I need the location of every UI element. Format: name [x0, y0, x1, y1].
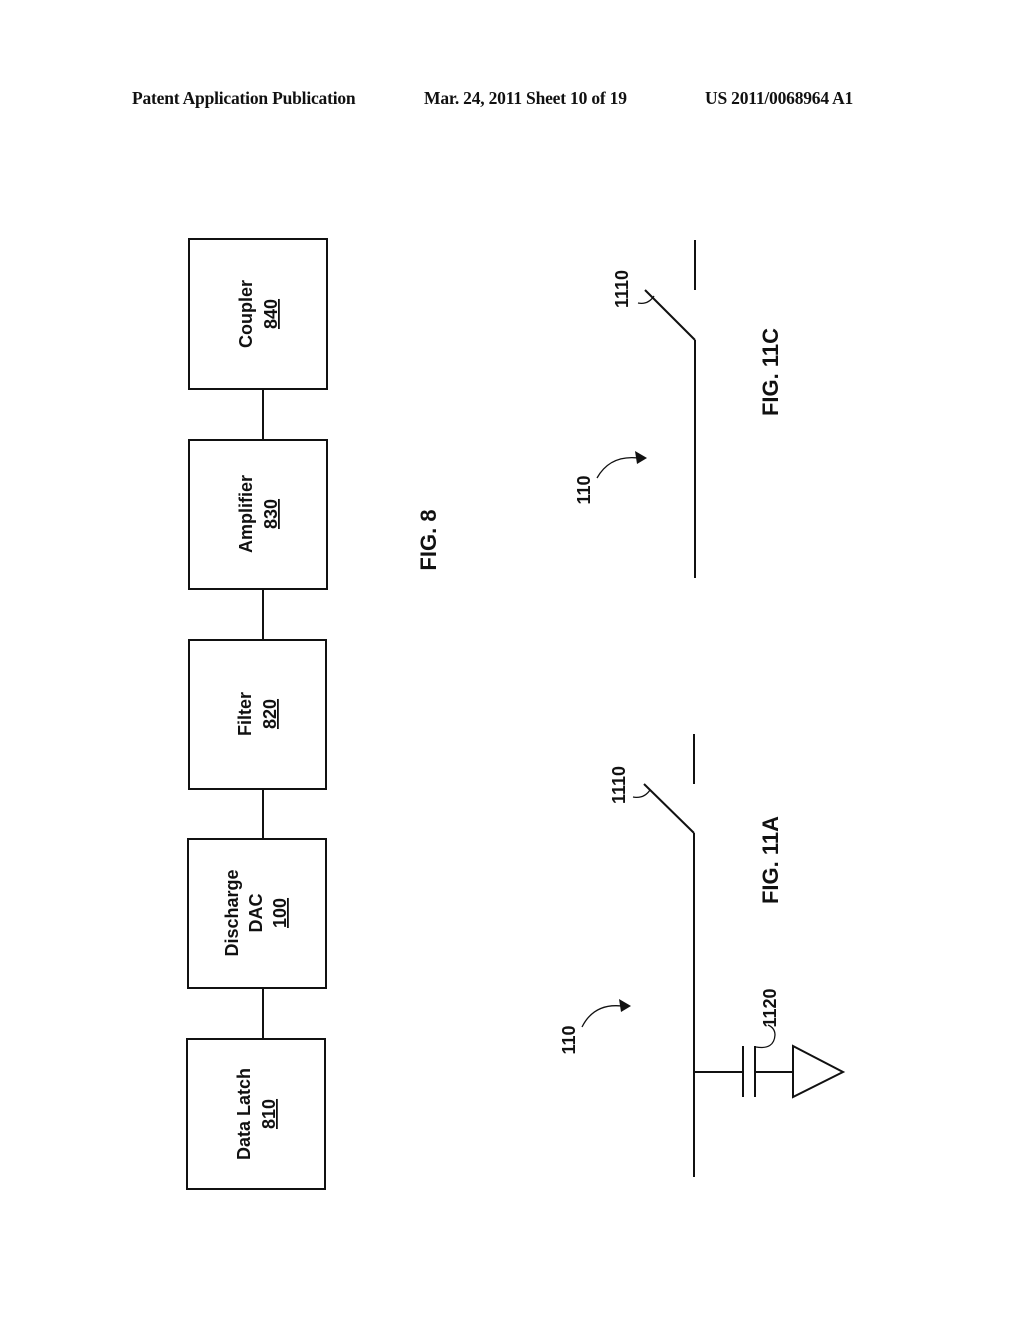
coupler-ref: 840 [261, 299, 281, 329]
fig11c-arrowhead-icon [635, 451, 647, 464]
fig11a-switch-leader [632, 789, 651, 798]
discharge-dac-label-line2: DAC [246, 894, 266, 933]
fig11a-line-ref: 110 [559, 1025, 579, 1054]
fig8-diagram: Coupler 840 Amplifier 830 Filter 820 Dis… [186, 238, 441, 1190]
block-discharge-dac: Discharge DAC 100 [187, 838, 327, 989]
data-latch-label: Data Latch [234, 1068, 254, 1160]
fig11a-switch-ref: 1110 [609, 766, 629, 804]
fig11c-line-ref: 110 [574, 475, 594, 504]
block-data-latch: Data Latch 810 [186, 1038, 326, 1190]
data-latch-ref: 810 [259, 1099, 279, 1129]
block-amplifier: Amplifier 830 [188, 439, 328, 590]
fig11a-triangle-icon [792, 1044, 846, 1099]
coupler-box [188, 238, 328, 390]
discharge-dac-ref: 100 [270, 898, 290, 928]
fig11a-switch-arm [643, 783, 695, 834]
filter-label: Filter [235, 692, 255, 736]
coupler-label: Coupler [236, 280, 256, 348]
discharge-dac-label-line1: Discharge [222, 869, 242, 956]
fig11c-line-leader [596, 457, 639, 479]
block-filter: Filter 820 [188, 639, 327, 790]
fig11a-line-leader [581, 1005, 623, 1028]
block-coupler: Coupler 840 [188, 238, 328, 390]
fig8-caption: FIG. 8 [416, 509, 441, 570]
fig11a-arrowhead-icon [619, 999, 631, 1012]
fig11a-capacitor-ref: 1120 [760, 988, 780, 1027]
fig11a-diagram: 1110 110 1120 FIG. 11A [559, 734, 846, 1177]
fig11c-switch-ref: 1110 [612, 270, 632, 308]
filter-box [188, 639, 327, 790]
patent-drawing-sheet: Coupler 840 Amplifier 830 Filter 820 Dis… [186, 238, 846, 1190]
fig11a-caption: FIG. 11A [758, 816, 783, 904]
filter-ref: 820 [260, 699, 280, 729]
data-latch-box [186, 1038, 326, 1190]
amplifier-ref: 830 [261, 499, 281, 529]
amplifier-label: Amplifier [236, 475, 256, 553]
fig11c-caption: FIG. 11C [758, 328, 783, 416]
amplifier-box [188, 439, 328, 590]
fig11c-diagram: 1110 110 FIG. 11C [574, 240, 783, 578]
